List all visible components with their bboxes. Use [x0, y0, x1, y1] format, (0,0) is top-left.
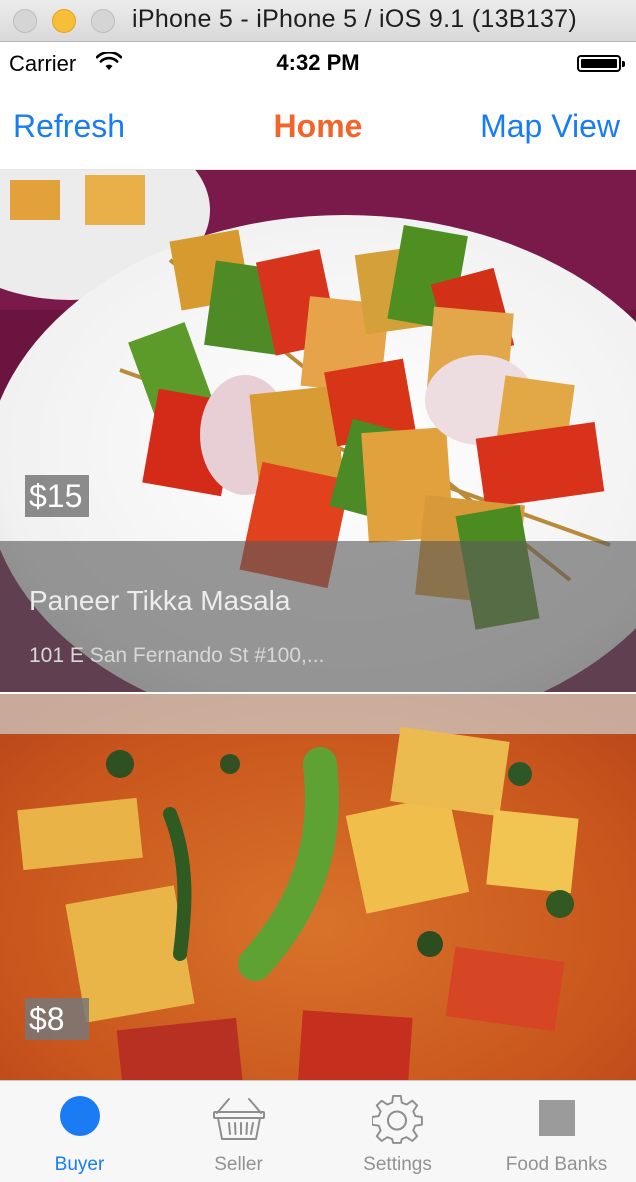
food-card[interactable]: $15 Paneer Tikka Masala 101 E San Fernan…: [0, 170, 636, 692]
circle-icon: [59, 1096, 100, 1136]
minimize-window-button[interactable]: [52, 9, 76, 33]
simulator-window: iPhone 5 - iPhone 5 / iOS 9.1 (13B137) C…: [0, 0, 636, 1182]
zoom-window-button[interactable]: [91, 9, 115, 33]
basket-icon: [212, 1098, 265, 1140]
tab-bar: Buyer Seller Settings Food Banks: [0, 1080, 636, 1182]
status-bar: Carrier 4:32 PM: [0, 42, 636, 84]
window-title: iPhone 5 - iPhone 5 / iOS 9.1 (13B137): [132, 5, 578, 33]
dish-address: 101 E San Fernando St #100,...: [29, 644, 325, 667]
tab-label: Buyer: [54, 1154, 105, 1175]
map-view-button[interactable]: Map View: [480, 108, 620, 145]
refresh-button[interactable]: Refresh: [13, 108, 125, 145]
tab-settings[interactable]: Settings: [318, 1081, 477, 1182]
food-feed[interactable]: $15 Paneer Tikka Masala 101 E San Fernan…: [0, 170, 636, 1080]
window-titlebar: iPhone 5 - iPhone 5 / iOS 9.1 (13B137): [0, 0, 636, 42]
food-photo: [0, 694, 636, 1080]
price-badge: $15: [25, 475, 89, 517]
tab-seller[interactable]: Seller: [159, 1081, 318, 1182]
price-badge: $8: [25, 998, 89, 1040]
square-icon: [538, 1100, 575, 1136]
battery-icon: [577, 55, 625, 72]
navigation-bar: Refresh Home Map View: [0, 84, 636, 170]
close-window-button[interactable]: [13, 9, 37, 33]
tab-label: Settings: [363, 1154, 432, 1175]
food-card[interactable]: $8: [0, 694, 636, 1080]
status-time: 4:32 PM: [276, 50, 360, 75]
tab-food-banks[interactable]: Food Banks: [477, 1081, 636, 1182]
tab-label: Seller: [214, 1154, 263, 1175]
tab-label: Food Banks: [505, 1154, 608, 1175]
gear-icon: [371, 1095, 423, 1144]
dish-name: Paneer Tikka Masala: [29, 585, 291, 616]
tab-buyer[interactable]: Buyer: [0, 1081, 159, 1182]
dish-info-overlay: Paneer Tikka Masala 101 E San Fernando S…: [0, 541, 636, 692]
